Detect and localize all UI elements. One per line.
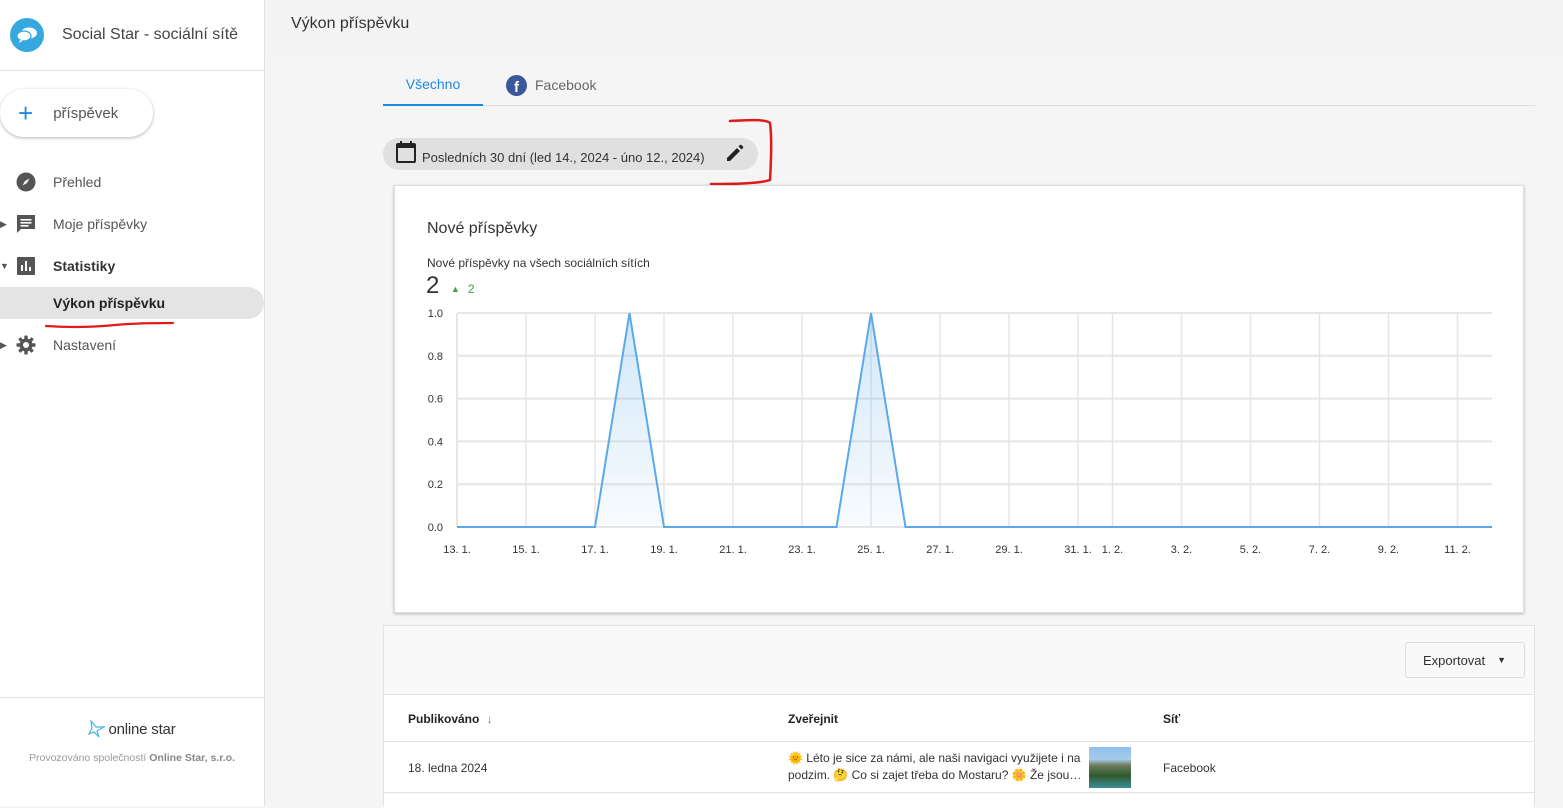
tab-all[interactable]: Všechno (383, 64, 483, 106)
facebook-icon: f (506, 74, 527, 96)
x-tick-label: 17. 1. (581, 544, 609, 556)
caret-right-icon[interactable]: ▶ (0, 219, 8, 230)
y-tick-label: 0.2 (428, 479, 443, 491)
x-tick-label: 31. 1. (1064, 544, 1092, 556)
post-thumbnail[interactable] (1089, 747, 1131, 788)
sidebar-item-label: Přehled (53, 174, 102, 190)
network-tabs: Všechno f Facebook (383, 64, 1535, 106)
red-annotation-underline (45, 321, 175, 329)
published-date: 18. ledna 2024 (408, 761, 488, 775)
x-tick-label: 29. 1. (995, 544, 1023, 556)
sidebar-item-post-performance[interactable]: Výkon příspěvku (0, 287, 264, 319)
message-icon (15, 213, 37, 235)
x-tick-label: 15. 1. (512, 544, 540, 556)
posts-table-panel: Exportovat ▼ Publikováno ↓ Zveřejnit Síť… (383, 625, 1535, 808)
x-tick-label: 11. 2. (1444, 544, 1471, 556)
red-annotation-bracket (709, 118, 773, 186)
page-title: Výkon příspěvku (291, 15, 410, 32)
table-row[interactable]: 18. ledna 2024 🌞 Léto je sice za námi, a… (384, 742, 1534, 793)
sidebar-item-settings[interactable]: ▶ Nastavení (0, 324, 265, 366)
x-tick-label: 3. 2. (1171, 544, 1192, 556)
new-post-label: příspěvek (53, 104, 119, 122)
new-post-button[interactable]: + příspěvek (0, 89, 153, 137)
tab-facebook[interactable]: f Facebook (506, 64, 596, 106)
y-tick-label: 1.0 (428, 308, 443, 320)
gear-icon (15, 334, 37, 356)
x-tick-label: 9. 2. (1378, 544, 1399, 556)
sidebar-item-my-posts[interactable]: ▶ Moje příspěvky (0, 203, 265, 245)
y-tick-label: 0.8 (428, 351, 443, 363)
x-tick-label: 7. 2. (1309, 544, 1330, 556)
x-tick-label: 25. 1. (857, 544, 885, 556)
x-tick-label: 23. 1. (788, 544, 816, 556)
sidebar-item-label: Statistiky (53, 258, 116, 274)
bar-chart-icon (15, 255, 37, 277)
export-button[interactable]: Exportovat ▼ (1405, 642, 1525, 678)
sidebar-footer: online star Provozováno společností Onli… (0, 697, 264, 806)
calendar-icon (396, 140, 416, 168)
online-star-logo: online star (0, 720, 264, 738)
column-header-post[interactable]: Zveřejnit (788, 712, 838, 726)
caret-right-icon[interactable]: ▶ (0, 340, 8, 351)
dropdown-arrow-icon: ▼ (1497, 655, 1507, 665)
page-header: Výkon příspěvku (265, 0, 1563, 55)
date-range-chip[interactable]: Posledních 30 dní (led 14., 2024 - úno 1… (383, 138, 758, 170)
sidebar-item-label: Nastavení (53, 337, 117, 353)
new-posts-chart: 0.0 0.2 0.4 0.6 0.8 1.0 13. 1. 15. 1. 17. 1. 19.… (428, 308, 1492, 556)
table-header: Publikováno ↓ Zveřejnit Síť (384, 694, 1534, 742)
column-header-published[interactable]: Publikováno ↓ (408, 712, 493, 726)
compass-icon (15, 171, 37, 193)
post-preview: 🌞 Léto je sice za námi, ale naši navigac… (788, 751, 1082, 782)
network-name: Facebook (1163, 761, 1216, 775)
sort-arrow-down-icon: ↓ (486, 712, 493, 726)
chat-bubbles-logo-icon (10, 18, 44, 52)
x-tick-label: 13. 1. (443, 544, 471, 556)
new-posts-card: Nové příspěvky Nové příspěvky na všech s… (394, 185, 1524, 613)
sidebar-nav: Přehled ▶ Moje příspěvky ▼ Statistiky Vý… (0, 161, 265, 366)
x-tick-label: 1. 2. (1102, 544, 1123, 556)
column-header-network[interactable]: Síť (1163, 712, 1180, 726)
x-tick-label: 19. 1. (650, 544, 678, 556)
y-tick-label: 0.0 (428, 522, 443, 534)
plus-icon: + (18, 98, 34, 128)
brand-header: Social Star - sociální sítě (0, 0, 264, 71)
y-tick-label: 0.4 (428, 436, 443, 448)
sidebar-item-label: Moje příspěvky (53, 216, 148, 232)
sidebar-item-label: Výkon příspěvku (53, 295, 166, 311)
sidebar-item-statistics[interactable]: ▼ Statistiky (0, 245, 265, 287)
sidebar: Social Star - sociální sítě + příspěvek … (0, 0, 265, 806)
sidebar-item-overview[interactable]: Přehled (0, 161, 265, 203)
caret-down-icon[interactable]: ▼ (0, 261, 9, 271)
x-tick-label: 27. 1. (926, 544, 954, 556)
date-range-label: Posledních 30 dní (led 14., 2024 - úno 1… (422, 149, 705, 165)
y-tick-label: 0.6 (428, 394, 443, 406)
star-logo-icon (88, 720, 107, 738)
operated-by-text: Provozováno společností Online Star, s.r… (28, 752, 236, 764)
app-title: Social Star - sociální sítě (62, 26, 239, 43)
x-tick-label: 5. 2. (1240, 544, 1261, 556)
x-tick-label: 21. 1. (719, 544, 747, 556)
